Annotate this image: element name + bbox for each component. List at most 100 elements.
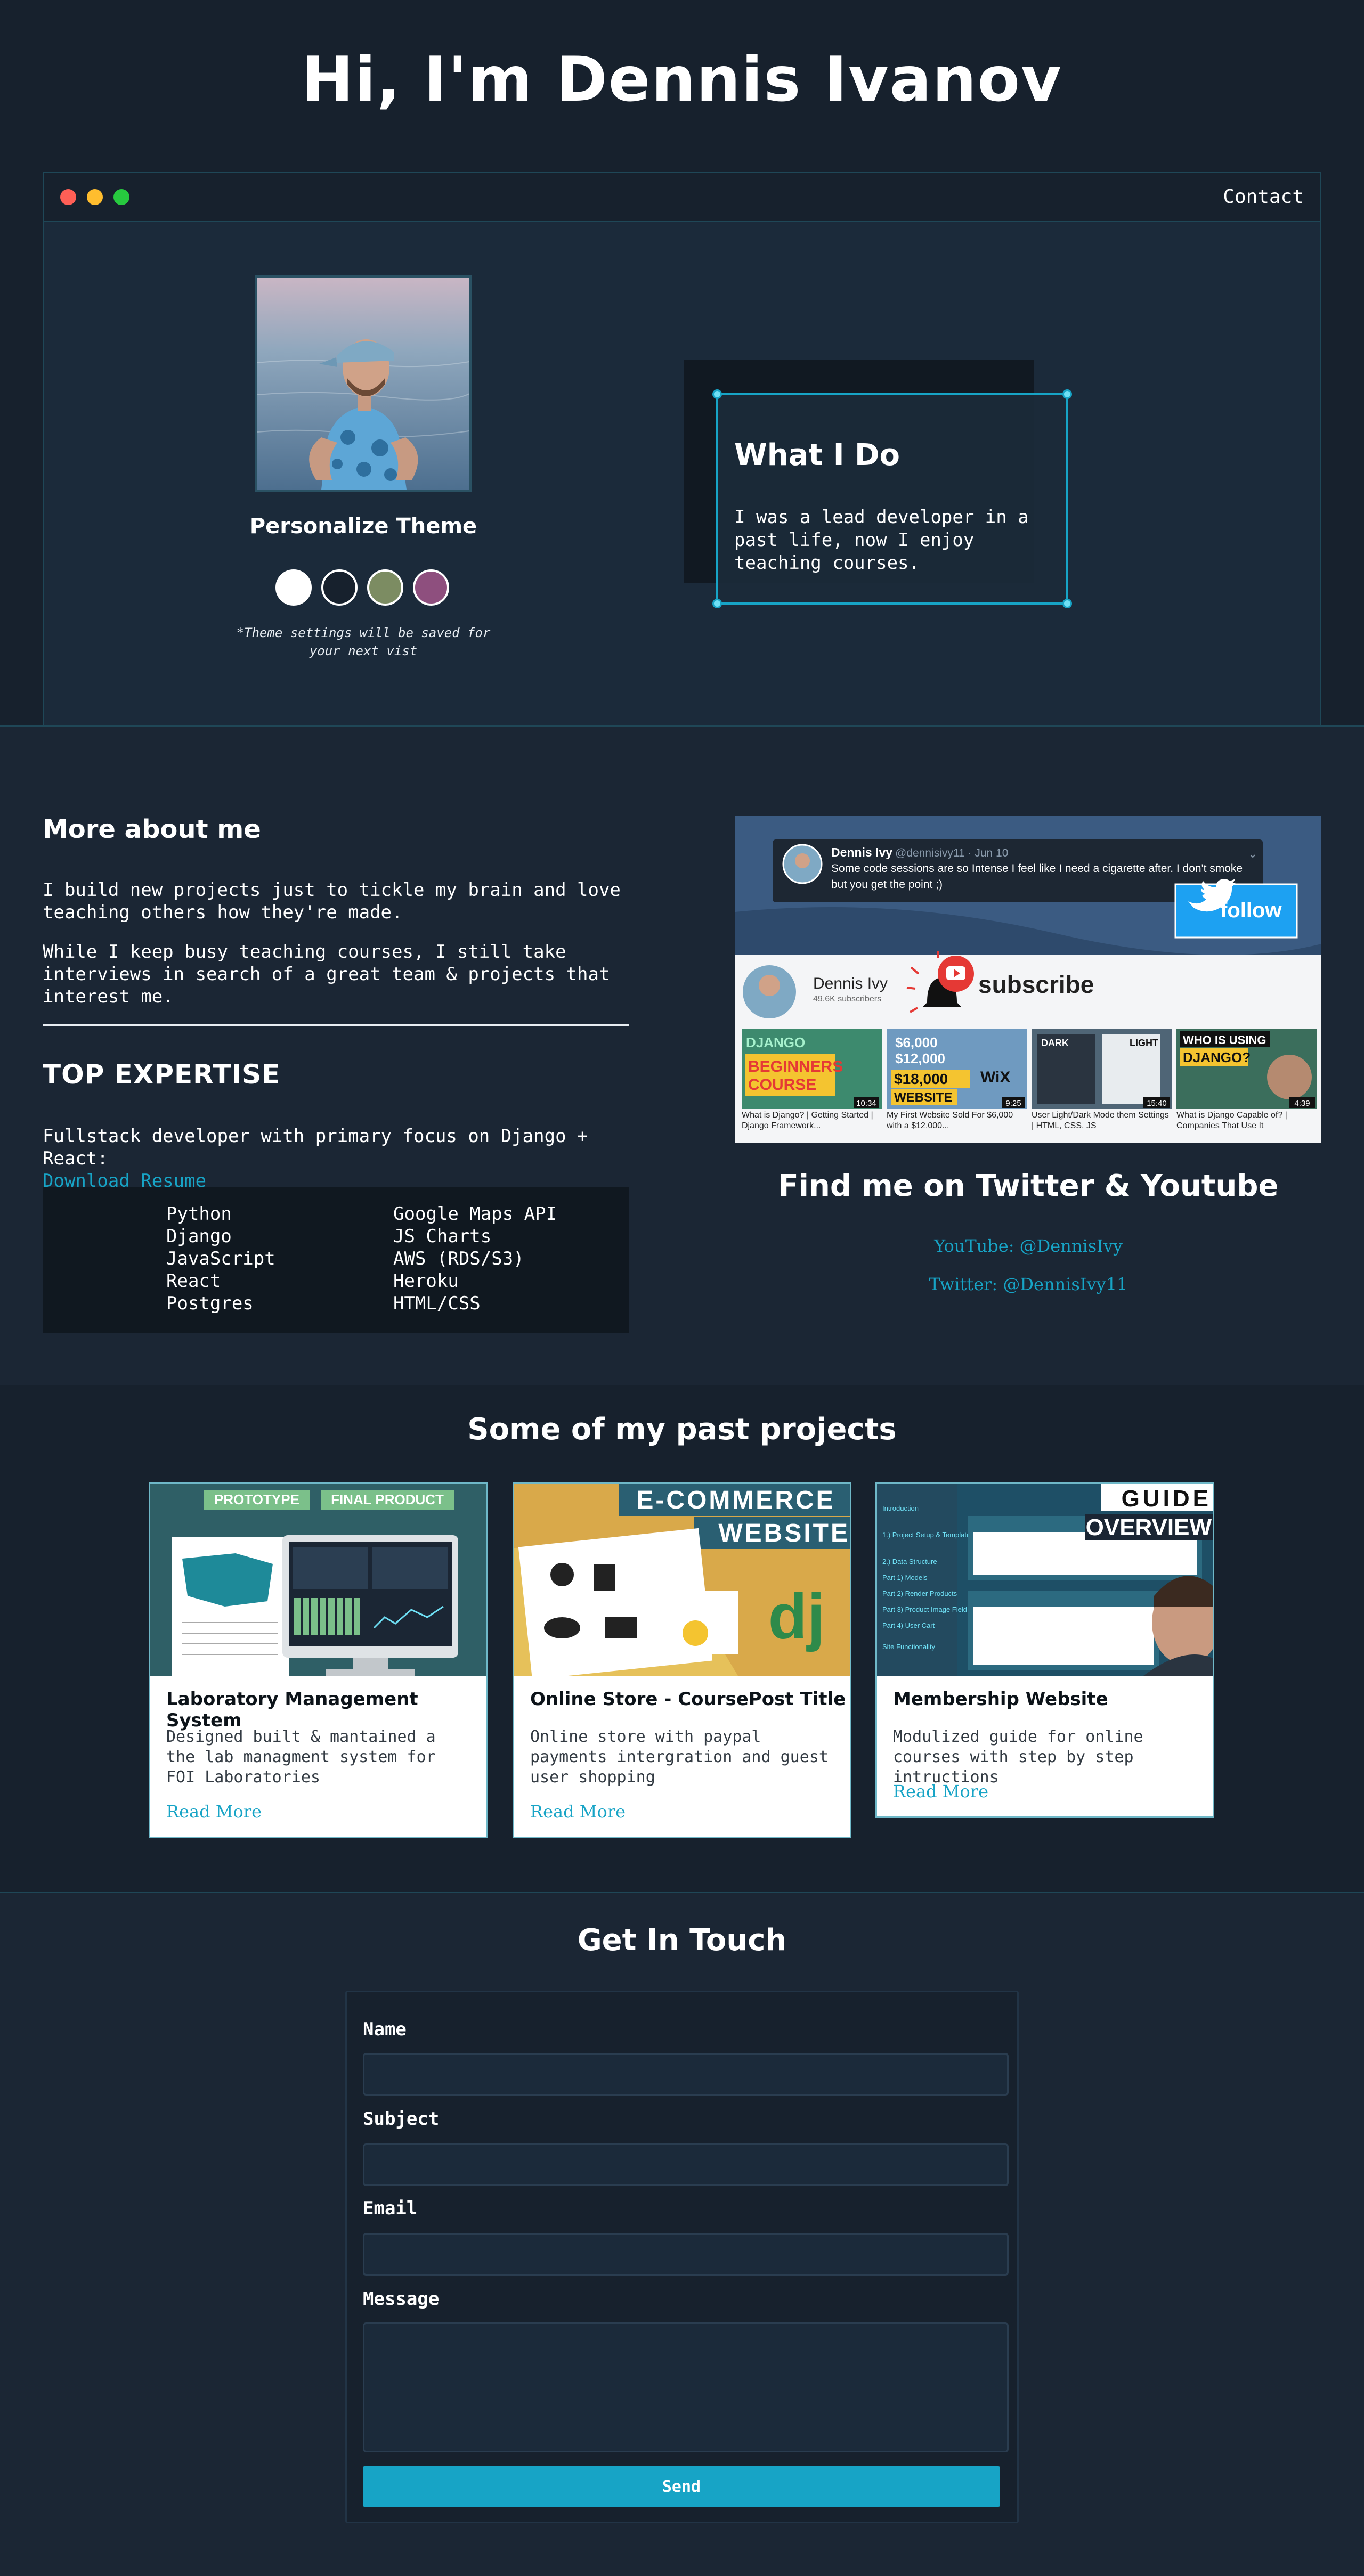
subscriber-count: 49.6K subscribers bbox=[813, 994, 881, 1004]
project-card[interactable]: Introduction 1.) Project Setup & Template… bbox=[875, 1482, 1214, 1818]
personalize-theme-title: Personalize Theme bbox=[249, 514, 477, 539]
skills-column-right: Google Maps API JS Charts AWS (RDS/S3) H… bbox=[393, 1203, 557, 1315]
window-frame: Contact Personalize Theme *Theme setting… bbox=[43, 172, 1321, 725]
projects-title: Some of my past projects bbox=[467, 1412, 897, 1447]
svg-text:Part 4) User Cart: Part 4) User Cart bbox=[882, 1621, 935, 1629]
chevron-down-icon: ⌄ bbox=[1248, 847, 1257, 860]
contact-form: Name Subject Email Message Send bbox=[345, 1991, 1019, 2523]
social-title: Find me on Twitter & Youtube bbox=[778, 1169, 1279, 1203]
social-banner-image: Dennis Ivy @dennisivy11 · Jun 10 ⌄ Some … bbox=[735, 816, 1321, 1143]
project-tag: OVERVIEW bbox=[1086, 1514, 1212, 1540]
what-i-do-text: I was a lead developer in a past life, n… bbox=[734, 507, 1029, 574]
corner-handle-icon bbox=[1062, 599, 1072, 608]
theme-swatch-dark[interactable] bbox=[321, 569, 358, 606]
maximize-dot-icon bbox=[113, 189, 129, 205]
svg-text:Introduction: Introduction bbox=[882, 1504, 919, 1512]
video-duration: 9:25 bbox=[1005, 1099, 1021, 1108]
about-paragraph: While I keep busy teaching courses, I st… bbox=[43, 941, 610, 1007]
video-title: What is Django Capable of? | Companies T… bbox=[1176, 1111, 1287, 1130]
name-label: Name bbox=[363, 2019, 407, 2040]
svg-text:WEBSITE: WEBSITE bbox=[894, 1090, 952, 1105]
svg-text:DJANGO?: DJANGO? bbox=[1183, 1049, 1251, 1065]
skill-item: JS Charts bbox=[393, 1226, 492, 1247]
contact-link[interactable]: Contact bbox=[1223, 186, 1304, 208]
subject-input[interactable] bbox=[363, 2143, 1009, 2186]
corner-handle-icon bbox=[712, 599, 722, 608]
svg-text:DARK: DARK bbox=[1041, 1038, 1069, 1048]
video-title: My First Website Sold For $6,000 with a … bbox=[887, 1111, 1013, 1130]
theme-swatch-green[interactable] bbox=[367, 569, 403, 606]
svg-text:DJANGO: DJANGO bbox=[746, 1034, 805, 1050]
send-button[interactable]: Send bbox=[363, 2466, 1000, 2507]
follow-label: follow bbox=[1220, 899, 1282, 922]
contact-section: Get In Touch Name Subject Email Message … bbox=[0, 1892, 1364, 2576]
contact-title: Get In Touch bbox=[577, 1923, 787, 1958]
theme-swatch-light[interactable] bbox=[275, 569, 312, 606]
tweet-author: Dennis Ivy bbox=[831, 845, 892, 859]
project-thumbnail: Introduction 1.) Project Setup & Template… bbox=[877, 1484, 1213, 1676]
profile-picture bbox=[255, 275, 472, 492]
subscribe-label: subscribe bbox=[978, 971, 1094, 998]
project-tag: GUIDE bbox=[1122, 1486, 1212, 1512]
svg-text:COURSE: COURSE bbox=[748, 1076, 816, 1094]
read-more-link[interactable]: Read More bbox=[166, 1801, 262, 1822]
project-card[interactable]: E-COMMERCE WEBSITE dj Online Store - Cou… bbox=[513, 1482, 851, 1838]
svg-text:$6,000: $6,000 bbox=[895, 1034, 938, 1050]
skill-item: Google Maps API bbox=[393, 1203, 557, 1225]
project-title: Membership Website bbox=[893, 1689, 1108, 1710]
svg-text:WiX: WiX bbox=[980, 1069, 1010, 1086]
project-title: Laboratory Management System bbox=[166, 1689, 418, 1731]
email-label: Email bbox=[363, 2198, 418, 2219]
close-dot-icon bbox=[60, 189, 76, 205]
project-description: Designed built & mantained a the lab man… bbox=[166, 1727, 436, 1787]
svg-text:WHO IS USING: WHO IS USING bbox=[1183, 1033, 1266, 1047]
project-tag: FINAL PRODUCT bbox=[331, 1491, 444, 1507]
svg-text:2.) Data Structure: 2.) Data Structure bbox=[882, 1558, 937, 1566]
corner-handle-icon bbox=[712, 389, 722, 399]
tweet-handle: @dennisivy11 · Jun 10 bbox=[895, 847, 1008, 859]
about-section: More about me I build new projects just … bbox=[0, 725, 1364, 1385]
expertise-title: TOP EXPERTISE bbox=[43, 1059, 281, 1090]
skill-item: HTML/CSS bbox=[393, 1293, 481, 1314]
name-input[interactable] bbox=[363, 2053, 1009, 2096]
skill-item: JavaScript bbox=[166, 1248, 275, 1269]
email-input[interactable] bbox=[363, 2233, 1009, 2276]
project-thumbnail: PROTOTYPE FINAL PRODUCT bbox=[150, 1484, 486, 1676]
skill-item: Heroku bbox=[393, 1270, 459, 1292]
divider bbox=[43, 1024, 629, 1026]
svg-text:Site Functionality: Site Functionality bbox=[882, 1643, 935, 1651]
project-tag: E-COMMERCE bbox=[636, 1486, 835, 1514]
svg-text:BEGINNERS: BEGINNERS bbox=[748, 1058, 843, 1075]
svg-text:dj: dj bbox=[768, 1581, 825, 1652]
youtube-link[interactable]: YouTube: @DennisIvy bbox=[735, 1236, 1321, 1256]
project-title: Online Store - CoursePost Title bbox=[530, 1689, 846, 1710]
theme-swatch-purple[interactable] bbox=[413, 569, 449, 606]
projects-section: Some of my past projects PROTOTYPE FINAL… bbox=[0, 1385, 1364, 1892]
skills-box: Python Django JavaScript React Postgres … bbox=[43, 1187, 629, 1333]
svg-text:1.) Project Setup & Templates: 1.) Project Setup & Templates bbox=[882, 1531, 974, 1539]
svg-text:$18,000: $18,000 bbox=[894, 1071, 948, 1087]
twitter-link[interactable]: Twitter: @DennisIvy11 bbox=[735, 1274, 1321, 1294]
channel-name: Dennis Ivy bbox=[813, 975, 888, 992]
message-textarea[interactable] bbox=[363, 2322, 1009, 2452]
video-title: User Light/Dark Mode them Settings | HTM… bbox=[1032, 1111, 1169, 1130]
project-card[interactable]: PROTOTYPE FINAL PRODUCT Laboratory Manag… bbox=[149, 1482, 488, 1838]
minimize-dot-icon bbox=[87, 189, 103, 205]
read-more-link[interactable]: Read More bbox=[530, 1801, 626, 1822]
svg-text:Part 1) Models: Part 1) Models bbox=[882, 1574, 928, 1582]
read-more-link[interactable]: Read More bbox=[893, 1781, 988, 1801]
project-tag: WEBSITE bbox=[718, 1519, 850, 1547]
svg-text:$12,000: $12,000 bbox=[895, 1050, 945, 1066]
expertise-text: Fullstack developer with primary focus o… bbox=[43, 1125, 655, 1192]
page-title: Hi, I'm Dennis Ivanov bbox=[302, 44, 1062, 116]
skill-item: React bbox=[166, 1270, 221, 1292]
skill-item: Postgres bbox=[166, 1293, 254, 1314]
svg-text:Part 2) Render Products: Part 2) Render Products bbox=[882, 1589, 957, 1597]
project-description: Online store with paypal payments interg… bbox=[530, 1727, 829, 1787]
project-tag: PROTOTYPE bbox=[214, 1491, 299, 1507]
video-duration: 15:40 bbox=[1147, 1099, 1167, 1108]
window-title-bar: Contact bbox=[44, 173, 1320, 222]
skill-item: Python bbox=[166, 1203, 232, 1225]
greeting-section: Hi, I'm Dennis Ivanov Contact Personaliz… bbox=[0, 0, 1364, 725]
project-thumbnail: E-COMMERCE WEBSITE dj bbox=[514, 1484, 850, 1676]
